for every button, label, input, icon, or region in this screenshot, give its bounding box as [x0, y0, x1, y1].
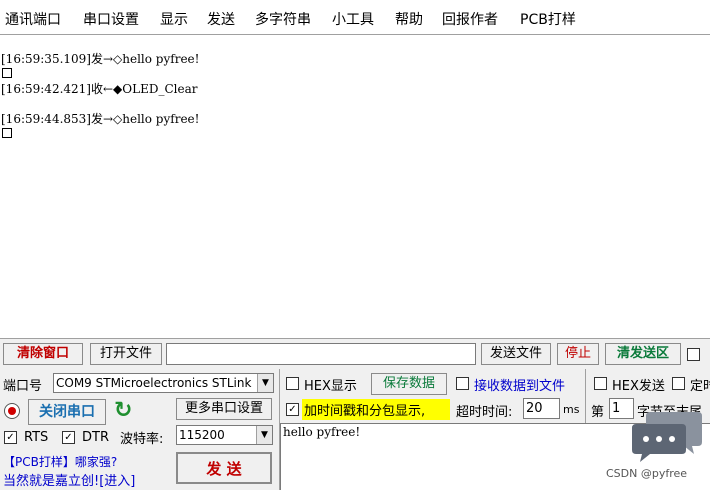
clear-window-button[interactable]: 清除窗口 [3, 343, 83, 365]
receive-line: [16:59:35.109]发→◇hello pyfree! [1, 52, 200, 66]
chat-bubble-icon[interactable] [632, 408, 702, 464]
send-file-button[interactable]: 发送文件 [481, 343, 551, 365]
timeout-input[interactable]: 20 [523, 398, 560, 419]
baud-label: 波特率: [120, 432, 164, 447]
hex-send-checkbox[interactable] [594, 377, 607, 390]
open-file-button[interactable]: 打开文件 [90, 343, 162, 365]
hex-display-label: HEX显示 [304, 379, 357, 394]
recv-to-file-label[interactable]: 接收数据到文件 [474, 375, 565, 394]
menu-pcb[interactable]: PCB打样 [520, 9, 576, 29]
menu-multi-string[interactable]: 多字符串 [255, 9, 311, 29]
menu-help[interactable]: 帮助 [395, 9, 423, 29]
receive-line: [16:59:42.421]收←◆OLED_Clear [1, 82, 198, 96]
options-divider [585, 369, 586, 423]
timed-send-checkbox[interactable] [672, 377, 685, 390]
file-path-input[interactable] [166, 343, 476, 365]
menu-tools[interactable]: 小工具 [332, 9, 374, 29]
chevron-down-icon[interactable]: ▼ [256, 426, 272, 444]
promo-line-2[interactable]: 当然就是嘉立创![进入] [3, 470, 135, 489]
rts-label: RTS [24, 430, 49, 445]
receive-line: [16:59:44.853]发→◇hello pyfree! [1, 112, 200, 126]
promo-line-1[interactable]: 【PCB打样】哪家强? [3, 453, 117, 470]
menu-feedback[interactable]: 回报作者 [442, 9, 498, 29]
send-button[interactable]: 发 送 [176, 452, 272, 484]
watermark: CSDN @pyfree [606, 467, 688, 480]
hex-send-label: HEX发送 [612, 379, 665, 394]
newline-glyph [2, 68, 12, 78]
menu-comm-port[interactable]: 通讯端口 [5, 9, 61, 29]
port-label: 端口号 [3, 379, 43, 394]
more-settings-button[interactable]: 更多串口设置 [176, 398, 272, 420]
menu-serial-settings[interactable]: 串口设置 [83, 9, 139, 29]
nth-label: 第 [591, 405, 605, 420]
receive-area[interactable]: [16:59:35.109]发→◇hello pyfree! [16:59:42… [0, 34, 710, 339]
port-selected-value: COM9 STMicroelectronics STLink [56, 376, 252, 390]
timeout-unit: ms [563, 403, 580, 416]
chevron-down-icon[interactable]: ▼ [257, 374, 273, 392]
stop-button[interactable]: 停止 [557, 343, 599, 365]
port-select[interactable]: COM9 STMicroelectronics STLink ▼ [53, 373, 274, 393]
timestamp-split-label: 加时间戳和分包显示, [302, 399, 450, 420]
dtr-checkbox[interactable]: ✓ [62, 431, 75, 444]
nth-input[interactable]: 1 [609, 398, 634, 419]
dtr-label: DTR [82, 430, 109, 445]
timestamp-checkbox[interactable]: ✓ [286, 403, 299, 416]
menu-send[interactable]: 发送 [207, 9, 235, 29]
close-port-button[interactable]: 关闭串口 [28, 399, 106, 425]
hex-display-checkbox[interactable] [286, 377, 299, 390]
menu-bar: 通讯端口 串口设置 显示 发送 多字符串 小工具 帮助 回报作者 PCB打样 [0, 0, 710, 34]
timeout-label: 超时时间: [456, 405, 513, 420]
recv-to-file-checkbox[interactable] [456, 377, 469, 390]
timed-send-label: 定时发送 [690, 379, 710, 394]
baud-selected-value: 115200 [179, 428, 225, 442]
refresh-icon[interactable]: ↻ [114, 398, 132, 423]
rts-checkbox[interactable]: ✓ [4, 431, 17, 444]
newline-glyph [2, 128, 12, 138]
record-icon [4, 403, 20, 419]
save-data-button[interactable]: 保存数据 [371, 373, 447, 395]
extra-option-checkbox[interactable] [687, 348, 700, 361]
clear-send-area-button[interactable]: 清发送区 [605, 343, 681, 365]
menu-display[interactable]: 显示 [160, 9, 188, 29]
baud-select[interactable]: 115200 ▼ [176, 425, 273, 445]
